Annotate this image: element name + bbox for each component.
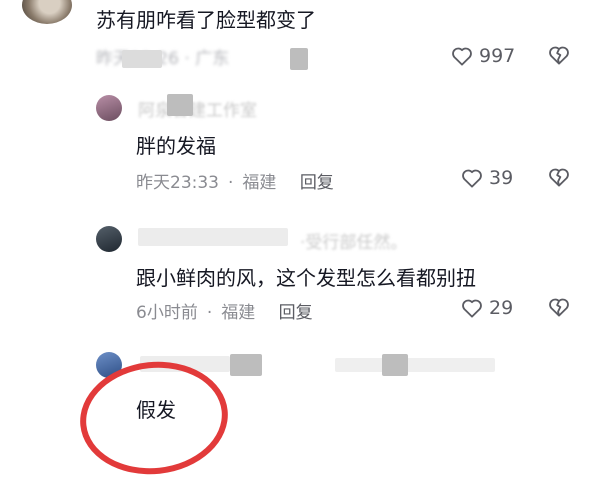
comment-text: 胖的发福 — [136, 134, 216, 158]
like-count: 39 — [489, 167, 514, 189]
comment-location: 福建 — [221, 303, 256, 323]
reply-button[interactable]: 回复 — [300, 173, 334, 193]
heart-outline-icon — [461, 168, 483, 188]
comment-meta: 昨天23:26 · 广东 — [96, 49, 230, 69]
comment-time: 昨天23:33 — [136, 173, 219, 193]
like-button[interactable]: 39 — [461, 167, 513, 189]
like-count: 29 — [489, 297, 514, 319]
avatar[interactable] — [22, 0, 72, 24]
mosaic-block — [122, 50, 162, 68]
mosaic-block — [382, 354, 408, 376]
like-button[interactable]: 29 — [461, 297, 513, 319]
author-name[interactable]: ·受行部任然。 — [300, 228, 407, 253]
reply-button[interactable]: 回复 — [279, 303, 313, 323]
comment-meta: 6小时前 · 福建 回复 — [136, 303, 313, 323]
mosaic-block — [335, 358, 495, 372]
heart-broken-icon — [548, 297, 570, 317]
comment-location: 福建 — [242, 173, 277, 193]
like-count: 997 — [479, 45, 516, 67]
dislike-button[interactable] — [548, 45, 570, 65]
heart-broken-icon — [548, 45, 570, 65]
mosaic-block — [230, 354, 262, 376]
mosaic-block — [167, 94, 193, 116]
avatar[interactable] — [96, 226, 122, 252]
mosaic-block — [138, 228, 288, 246]
heart-broken-icon — [548, 167, 570, 187]
like-button[interactable]: 997 — [451, 45, 515, 67]
heart-outline-icon — [461, 298, 483, 318]
comment-time: 6小时前 — [136, 303, 198, 323]
author-name[interactable]: 阿泉各建工作室 — [138, 96, 257, 121]
dislike-button[interactable] — [548, 297, 570, 317]
comment-text: 苏有朋咋看了脸型都变了 — [96, 8, 316, 32]
heart-outline-icon — [451, 46, 473, 66]
comment-meta: 昨天23:33 · 福建 回复 — [136, 173, 334, 193]
dislike-button[interactable] — [548, 167, 570, 187]
avatar[interactable] — [96, 95, 122, 121]
mosaic-block — [290, 48, 308, 70]
comment-text: 跟小鲜肉的风，这个发型怎么看都别扭 — [136, 266, 476, 290]
